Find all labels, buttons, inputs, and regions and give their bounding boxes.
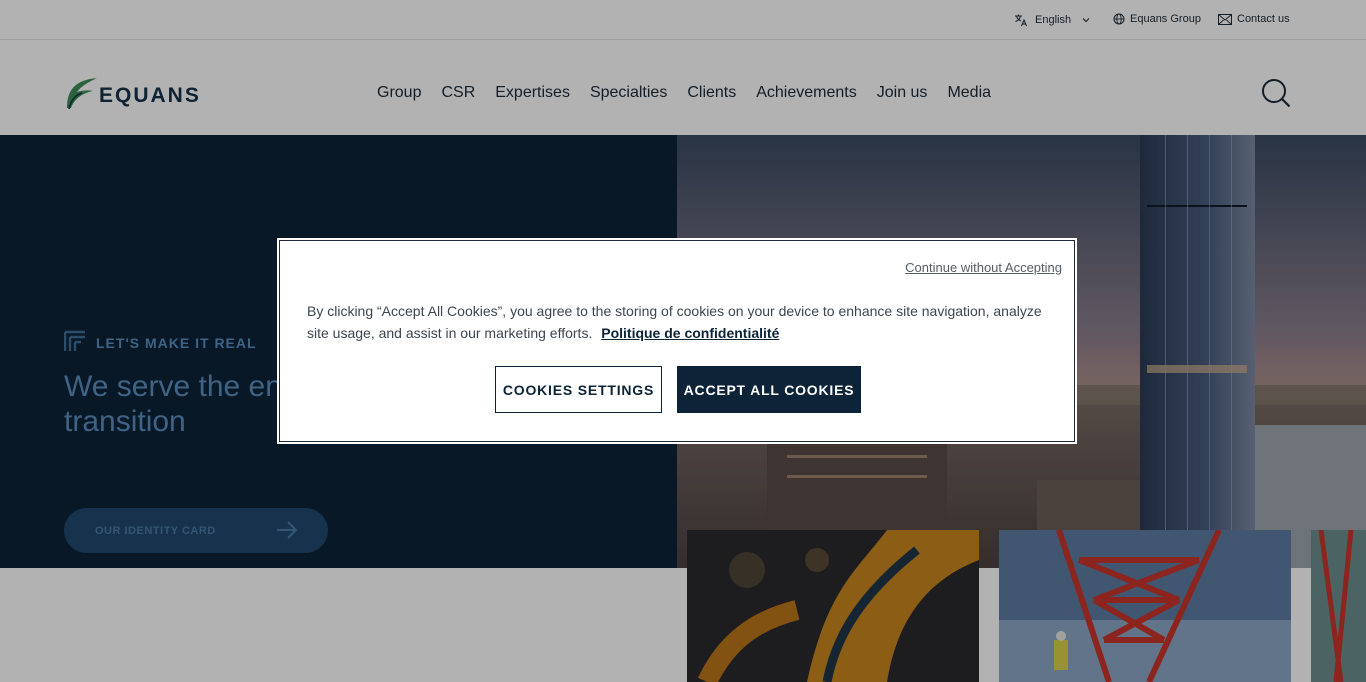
cookie-notice-text: By clicking “Accept All Cookies”, you ag… [307,300,1047,344]
continue-without-accepting-link[interactable]: Continue without Accepting [905,260,1062,275]
privacy-policy-link[interactable]: Politique de confidentialité [601,325,779,341]
cookies-settings-button[interactable]: COOKIES SETTINGS [495,366,662,413]
cookie-consent-dialog: Continue without Accepting By clicking “… [277,238,1077,444]
accept-all-cookies-button[interactable]: ACCEPT ALL COOKIES [677,366,861,413]
